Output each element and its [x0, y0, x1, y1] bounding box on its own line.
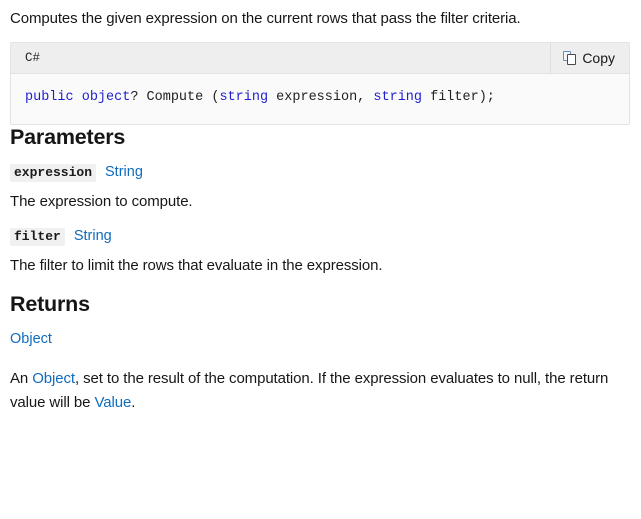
parameter-row-expression: expression String	[10, 164, 631, 182]
parameter-description-filter: The filter to limit the rows that evalua…	[10, 257, 383, 274]
returns-value-link[interactable]: Value	[94, 394, 131, 411]
code-block: C# Copy public object? Compute (string e…	[10, 42, 630, 125]
copy-icon	[563, 50, 577, 66]
keyword-public: public	[25, 90, 74, 105]
code-block-header: C# Copy	[11, 43, 629, 74]
parameter-type-link-expression[interactable]: String	[105, 164, 143, 180]
method-summary: Computes the given expression on the cur…	[10, 10, 521, 27]
signature-param-2: filter);	[422, 90, 495, 105]
parameter-description-expression: The expression to compute.	[10, 193, 193, 210]
parameter-row-filter: filter String	[10, 228, 631, 246]
keyword-object: object	[81, 90, 131, 105]
code-language-label: C#	[25, 51, 41, 65]
code-signature: public object? Compute (string expressio…	[25, 89, 615, 107]
returns-object-link[interactable]: Object	[32, 370, 75, 387]
parameter-name-expression: expression	[10, 164, 97, 182]
returns-type-link[interactable]: Object	[10, 331, 631, 347]
returns-desc-suffix: .	[131, 394, 136, 411]
copy-button-label: Copy	[582, 50, 615, 66]
parameters-heading: Parameters	[10, 125, 126, 149]
code-block-body: public object? Compute (string expressio…	[11, 74, 629, 124]
keyword-string-1: string	[219, 90, 269, 105]
copy-button[interactable]: Copy	[550, 43, 629, 73]
returns-description: An Object, set to the result of the comp…	[10, 367, 626, 415]
documentation-page: Computes the given expression on the cur…	[0, 8, 641, 415]
signature-part-1: ? Compute (	[130, 90, 220, 105]
returns-desc-prefix: An	[10, 370, 33, 387]
parameter-name-filter: filter	[10, 228, 65, 246]
signature-param-1: expression,	[268, 90, 374, 105]
parameter-type-link-filter[interactable]: String	[74, 228, 112, 244]
keyword-string-2: string	[373, 90, 422, 105]
returns-heading: Returns	[10, 292, 90, 316]
